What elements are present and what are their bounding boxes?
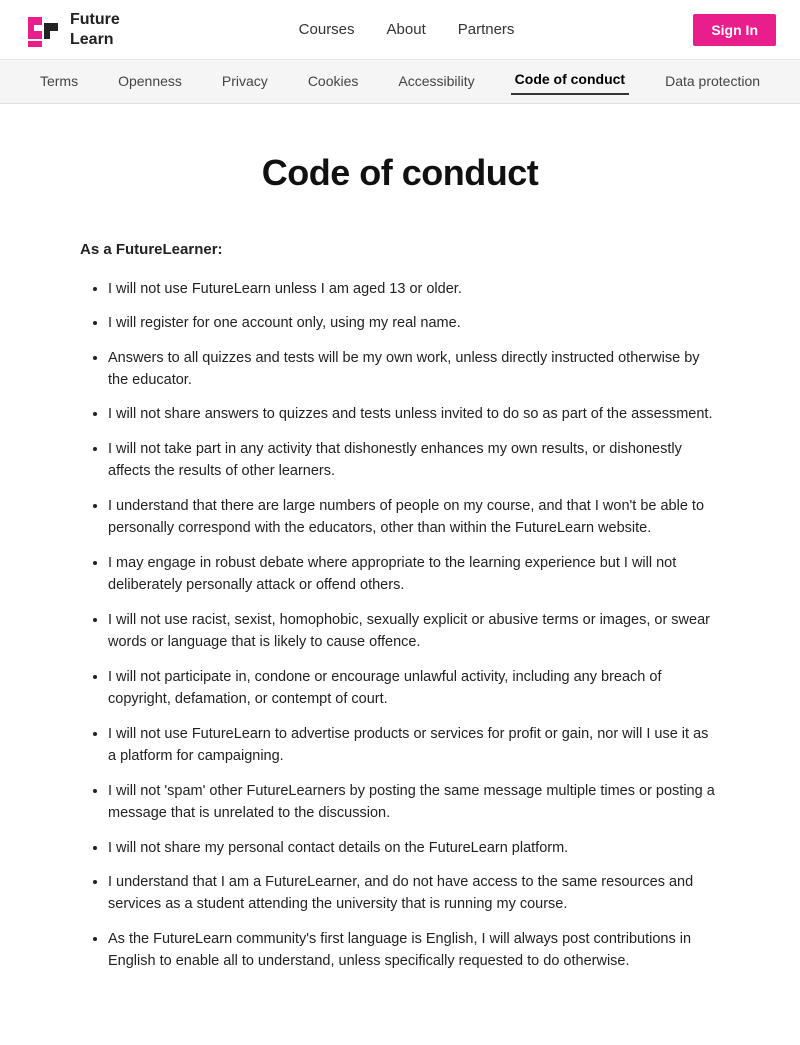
list-item: I will not take part in any activity tha…	[108, 438, 720, 483]
site-header: Future Learn Courses About Partners Sign…	[0, 0, 800, 60]
signin-button[interactable]: Sign In	[693, 14, 776, 46]
subnav-accessibility[interactable]: Accessibility	[394, 70, 478, 92]
list-item: I will not use FutureLearn to advertise …	[108, 723, 720, 768]
list-item: I will not participate in, condone or en…	[108, 666, 720, 711]
intro-text: As a FutureLearner:	[80, 238, 720, 262]
list-item: I will not use FutureLearn unless I am a…	[108, 278, 720, 300]
subnav-openness[interactable]: Openness	[114, 70, 186, 92]
nav-partners[interactable]: Partners	[458, 18, 515, 42]
page-title: Code of conduct	[80, 144, 720, 202]
logo-icon	[24, 11, 62, 49]
nav-about[interactable]: About	[387, 18, 426, 42]
conduct-list: I will not use FutureLearn unless I am a…	[80, 278, 720, 973]
subnav-cookies[interactable]: Cookies	[304, 70, 363, 92]
list-item: I will not 'spam' other FutureLearners b…	[108, 780, 720, 825]
list-item: As the FutureLearn community's first lan…	[108, 928, 720, 973]
subnav-terms[interactable]: Terms	[36, 70, 82, 92]
list-item: I may engage in robust debate where appr…	[108, 552, 720, 597]
subnav-privacy[interactable]: Privacy	[218, 70, 272, 92]
list-item: I will not share my personal contact det…	[108, 837, 720, 859]
list-item: Answers to all quizzes and tests will be…	[108, 347, 720, 392]
list-item: I will register for one account only, us…	[108, 312, 720, 334]
logo-text: Future Learn	[70, 10, 120, 48]
main-content: Code of conduct As a FutureLearner: I wi…	[60, 104, 740, 1045]
list-item: I understand that I am a FutureLearner, …	[108, 871, 720, 916]
list-item: I will not share answers to quizzes and …	[108, 403, 720, 425]
list-item: I will not use racist, sexist, homophobi…	[108, 609, 720, 654]
subnav-data-protection[interactable]: Data protection	[661, 70, 764, 92]
subnav-code-of-conduct[interactable]: Code of conduct	[511, 68, 629, 94]
nav-courses[interactable]: Courses	[299, 18, 355, 42]
list-item: I understand that there are large number…	[108, 495, 720, 540]
subnav: Terms Openness Privacy Cookies Accessibi…	[0, 60, 800, 104]
logo[interactable]: Future Learn	[24, 10, 120, 48]
main-nav: Courses About Partners	[299, 18, 515, 42]
